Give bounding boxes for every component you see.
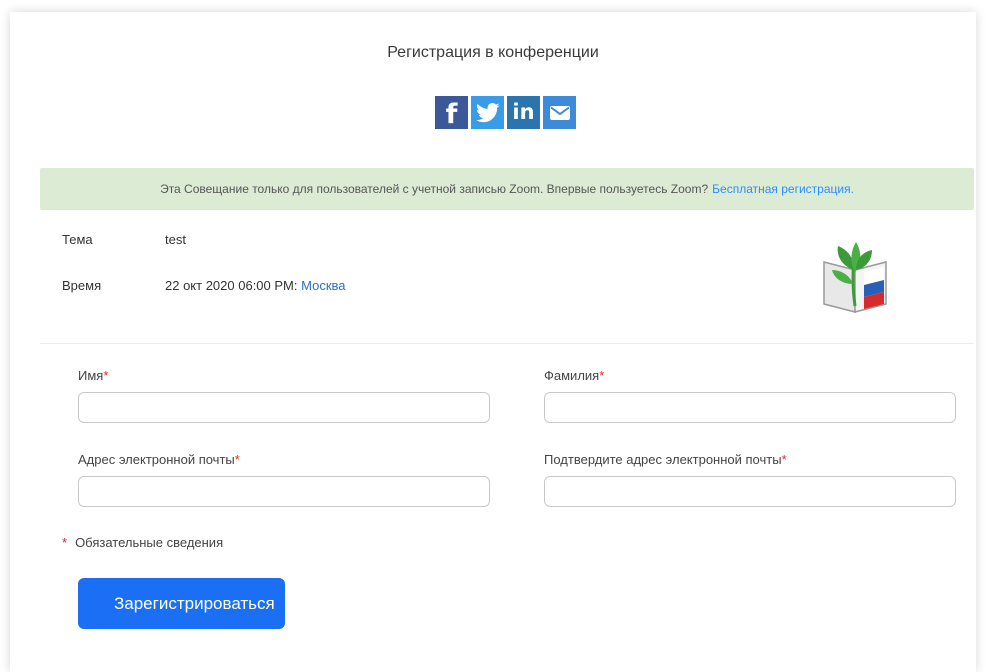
share-linkedin-button[interactable]: in [507, 96, 540, 129]
notice-text: Эта Совещание только для пользователей с… [160, 182, 709, 196]
last-name-label-text: Фамилия [544, 368, 600, 383]
confirm-email-label-text: Подтвердите адрес электронной почты [544, 452, 782, 467]
free-signup-link[interactable]: Бесплатная регистрация. [712, 182, 854, 196]
page-title: Регистрация в конференции [387, 44, 599, 61]
required-note-text: Обязательные сведения [75, 535, 224, 550]
topic-value: test [165, 232, 186, 247]
last-name-label: Фамилия* [544, 368, 604, 383]
last-name-input[interactable] [544, 392, 956, 423]
share-twitter-button[interactable] [471, 96, 504, 129]
register-button[interactable]: Зарегистрироваться [78, 578, 285, 629]
email-icon [549, 105, 570, 120]
facebook-icon: f [445, 99, 458, 130]
required-mark: * [781, 452, 787, 467]
required-mark: * [103, 368, 109, 383]
registration-page: Регистрация в конференции f in Эта Совещ… [10, 12, 976, 672]
time-value: 22 окт 2020 06:00 PM: [165, 278, 298, 293]
email-label: Адрес электронной почты* [78, 452, 240, 467]
time-label: Время [62, 278, 102, 293]
required-note-mark: * [62, 535, 68, 550]
email-label-text: Адрес электронной почты [78, 452, 235, 467]
topic-label: Тема [62, 232, 93, 247]
zoom-account-notice: Эта Совещание только для пользователей с… [40, 168, 974, 210]
required-mark: * [599, 368, 605, 383]
first-name-label-text: Имя [78, 368, 104, 383]
first-name-input[interactable] [78, 392, 490, 423]
twitter-icon [475, 102, 500, 122]
timezone-link[interactable]: Москва [301, 278, 345, 293]
share-email-button[interactable] [543, 96, 576, 129]
share-buttons: f in [435, 96, 576, 130]
email-input[interactable] [78, 476, 490, 507]
required-note: * Обязательные сведения [62, 535, 223, 550]
confirm-email-label: Подтвердите адрес электронной почты* [544, 452, 787, 467]
required-mark: * [234, 452, 240, 467]
time-value-row: 22 окт 2020 06:00 PM: Москва [165, 278, 346, 293]
first-name-label: Имя* [78, 368, 108, 383]
confirm-email-input[interactable] [544, 476, 956, 507]
share-facebook-button[interactable]: f [435, 96, 468, 130]
section-divider [40, 343, 974, 344]
organization-logo [823, 242, 887, 313]
linkedin-icon: in [512, 100, 535, 124]
